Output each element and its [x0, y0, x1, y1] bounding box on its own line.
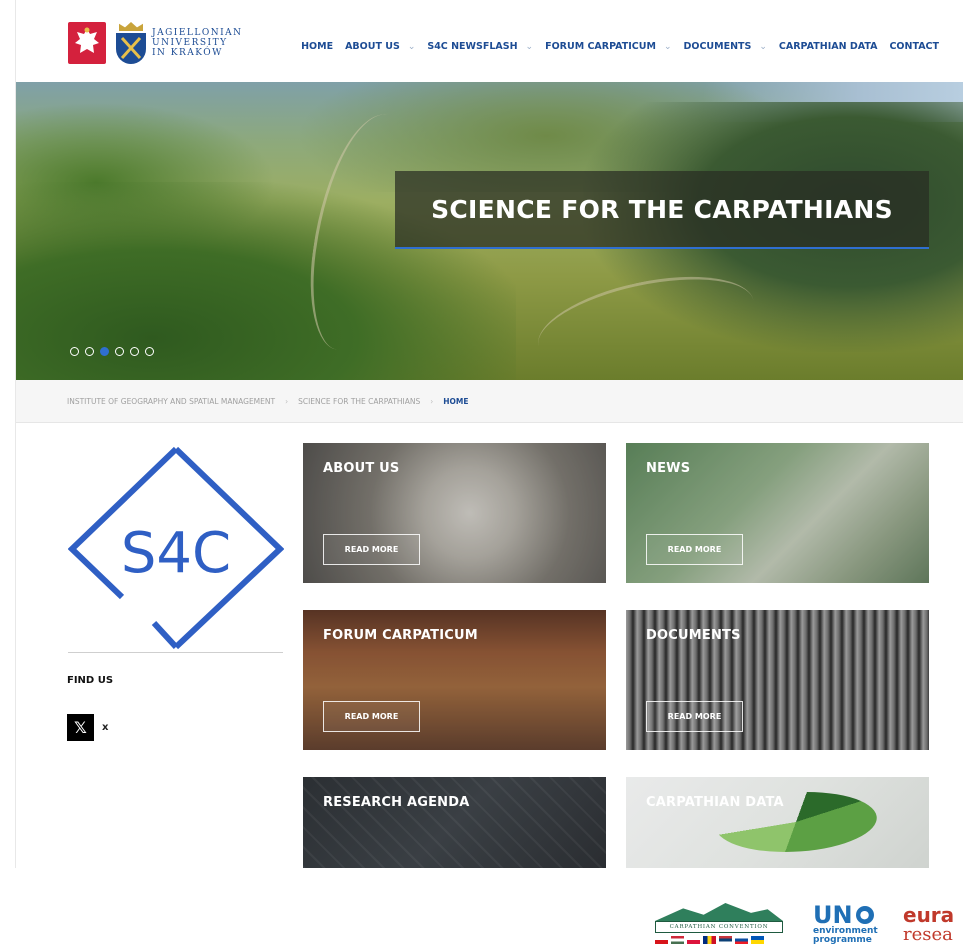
tile-title: FORUM CARPATICUM — [323, 628, 478, 643]
tile-documents[interactable]: DOCUMENTS READ MORE — [626, 610, 929, 750]
breadcrumb-separator: › — [430, 396, 434, 406]
slider-dot[interactable] — [115, 347, 124, 356]
chevron-down-icon[interactable]: ⌄ — [759, 42, 767, 52]
un-environment-logo[interactable]: UN ● environment programme — [813, 903, 893, 948]
flags-icon — [655, 936, 767, 944]
hero-title: SCIENCE FOR THE CARPATHIANS — [395, 171, 929, 249]
breadcrumb-current: HOME — [443, 396, 469, 406]
read-more-button[interactable]: READ MORE — [323, 534, 420, 565]
nav-about-us[interactable]: ABOUT US ⌄ — [345, 41, 415, 52]
tile-title: ABOUT US — [323, 461, 400, 476]
s4c-logo-text: S4C — [121, 521, 231, 586]
tile-forum-carpaticum[interactable]: FORUM CARPATICUM READ MORE — [303, 610, 606, 750]
x-icon[interactable]: 𝕏 — [67, 714, 94, 741]
nav-s4c-newsflash[interactable]: S4C NEWSFLASH ⌄ — [427, 41, 533, 52]
nav-forum-carpaticum[interactable]: FORUM CARPATICUM ⌄ — [545, 41, 671, 52]
tile-title: NEWS — [646, 461, 691, 476]
slider-dots — [70, 347, 160, 356]
tile-carpathian-data[interactable]: CARPATHIAN DATA — [626, 777, 929, 868]
page-frame: JAGIELLONIAN UNIVERSITY IN KRAKÓW HOME A… — [16, 0, 963, 868]
nav-documents[interactable]: DOCUMENTS ⌄ — [684, 41, 767, 52]
read-more-button[interactable]: READ MORE — [646, 534, 743, 565]
slider-dot[interactable] — [130, 347, 139, 356]
social-link-x[interactable]: 𝕏 x — [67, 714, 108, 741]
tile-about-us[interactable]: ABOUT US READ MORE — [303, 443, 606, 583]
university-name: JAGIELLONIAN UNIVERSITY IN KRAKÓW — [152, 28, 243, 58]
find-us-heading: FIND US — [67, 675, 114, 686]
slider-dot-active[interactable] — [100, 347, 109, 356]
nav-contact[interactable]: CONTACT — [889, 41, 939, 52]
sidebar-divider — [68, 652, 283, 653]
tile-title: DOCUMENTS — [646, 628, 741, 643]
nav-carpathian-data[interactable]: CARPATHIAN DATA — [779, 41, 878, 52]
slider-dot[interactable] — [70, 347, 79, 356]
s4c-logo[interactable]: S4C — [67, 445, 285, 651]
tile-title: RESEARCH AGENDA — [323, 795, 470, 810]
jagiellonian-crest-icon — [116, 22, 146, 64]
carpathian-convention-logo[interactable]: CARPATHIAN CONVENTION — [655, 903, 783, 948]
read-more-button[interactable]: READ MORE — [323, 701, 420, 732]
breadcrumb-separator: › — [285, 396, 289, 406]
slider-dot[interactable] — [85, 347, 94, 356]
hero-slider[interactable]: SCIENCE FOR THE CARPATHIANS — [16, 82, 963, 380]
breadcrumb: INSTITUTE OF GEOGRAPHY AND SPATIAL MANAG… — [16, 380, 963, 423]
nav-home[interactable]: HOME — [301, 41, 333, 52]
slider-dot[interactable] — [145, 347, 154, 356]
un-globe-icon: ● — [855, 906, 874, 924]
breadcrumb-link[interactable]: SCIENCE FOR THE CARPATHIANS — [298, 397, 420, 406]
breadcrumb-link[interactable]: INSTITUTE OF GEOGRAPHY AND SPATIAL MANAG… — [67, 397, 275, 406]
polish-eagle-icon — [68, 22, 106, 64]
tile-news[interactable]: NEWS READ MORE — [626, 443, 929, 583]
main-nav: HOME ABOUT US ⌄ S4C NEWSFLASH ⌄ FORUM CARP… — [289, 41, 939, 52]
read-more-button[interactable]: READ MORE — [646, 701, 743, 732]
tile-title: CARPATHIAN DATA — [646, 795, 784, 810]
chevron-down-icon[interactable]: ⌄ — [408, 42, 416, 52]
chevron-down-icon[interactable]: ⌄ — [664, 42, 672, 52]
euraxess-logo[interactable]: eura resea — [903, 905, 963, 948]
site-logo[interactable]: JAGIELLONIAN UNIVERSITY IN KRAKÓW — [68, 22, 243, 64]
tile-research-agenda[interactable]: RESEARCH AGENDA — [303, 777, 606, 868]
social-label[interactable]: x — [102, 722, 108, 733]
chevron-down-icon[interactable]: ⌄ — [526, 42, 534, 52]
